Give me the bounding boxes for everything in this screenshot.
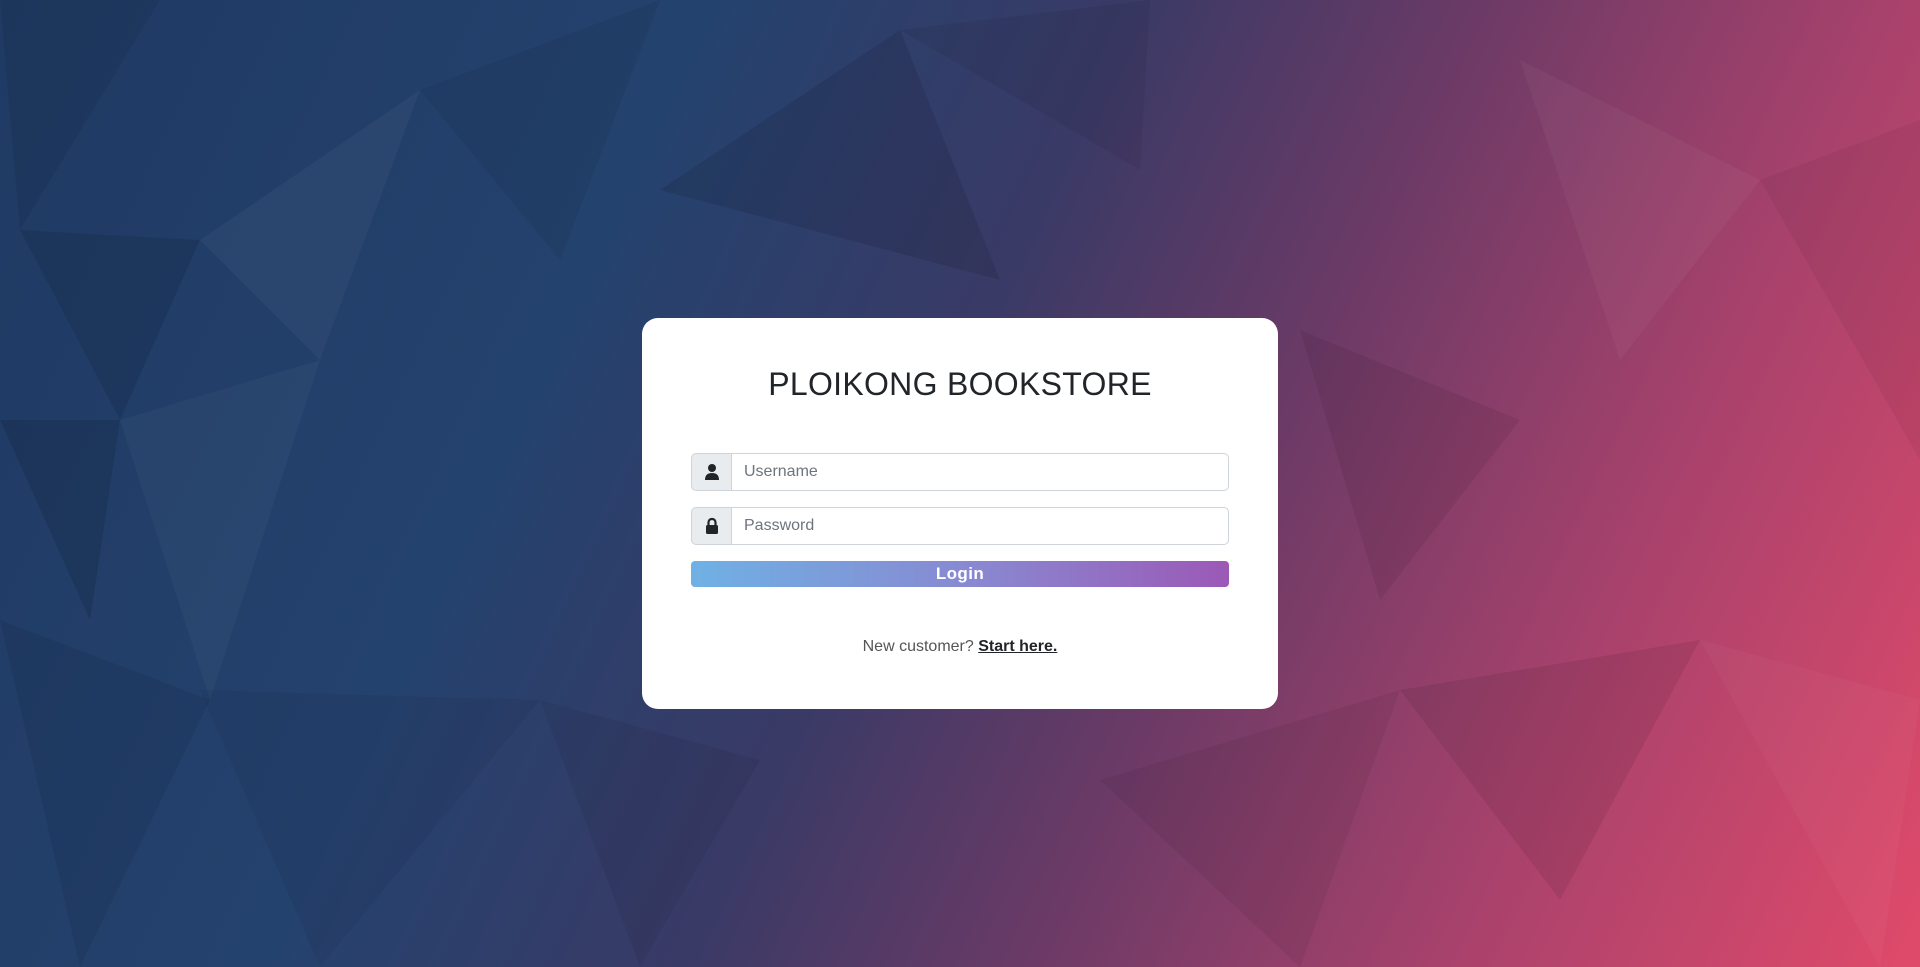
- signup-prompt: New customer? Start here.: [642, 638, 1278, 656]
- login-button[interactable]: Login: [691, 561, 1229, 587]
- lock-icon: [691, 507, 731, 545]
- signup-prompt-text: New customer?: [862, 638, 974, 655]
- store-title: PLOIKONG BOOKSTORE: [768, 366, 1152, 402]
- start-here-link[interactable]: Start here.: [978, 638, 1057, 655]
- login-card: PLOIKONG BOOKSTORE Login New customer? S…: [642, 318, 1278, 709]
- username-field[interactable]: [731, 453, 1229, 491]
- user-icon: [691, 453, 731, 491]
- password-input-group: [691, 507, 1229, 545]
- password-field[interactable]: [731, 507, 1229, 545]
- username-input-group: [691, 453, 1229, 491]
